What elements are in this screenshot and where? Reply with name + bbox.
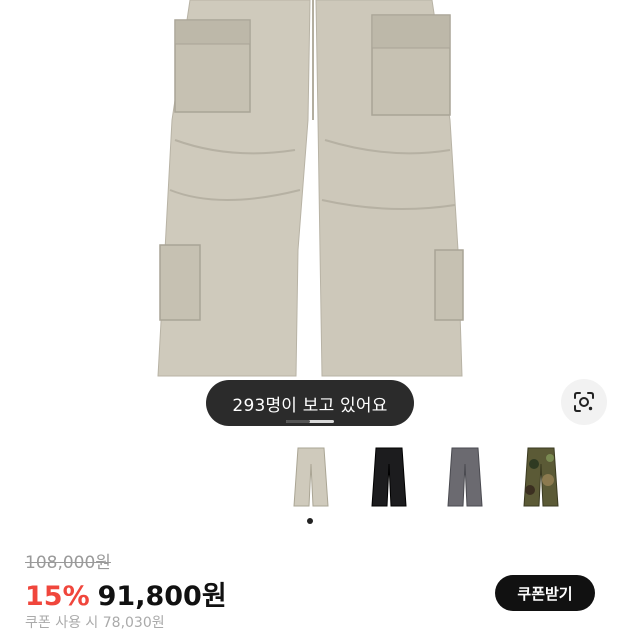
price-row: 15% 91,800원 bbox=[25, 574, 227, 613]
color-option-camo[interactable] bbox=[516, 444, 566, 510]
visual-search-button[interactable] bbox=[561, 379, 607, 425]
color-option-black[interactable] bbox=[364, 444, 414, 510]
original-price: 108,000원 bbox=[25, 553, 111, 573]
get-coupon-button[interactable]: 쿠폰받기 bbox=[495, 575, 595, 611]
image-progress-fill bbox=[286, 420, 310, 423]
image-progress-indicator bbox=[286, 420, 334, 423]
coupon-price-note: 쿠폰 사용 시 78,030원 bbox=[25, 615, 165, 631]
color-options bbox=[0, 444, 620, 514]
color-option-beige[interactable] bbox=[286, 444, 336, 510]
pants-thumbnail-gray bbox=[447, 447, 483, 507]
product-photo bbox=[157, 0, 464, 377]
selected-color-indicator bbox=[307, 518, 313, 524]
color-option-gray[interactable] bbox=[440, 444, 490, 510]
google-lens-icon bbox=[574, 392, 594, 412]
product-image-carousel[interactable] bbox=[0, 0, 620, 440]
pants-thumbnail-black bbox=[371, 447, 407, 507]
pants-thumbnail-beige bbox=[293, 447, 329, 507]
discount-rate: 15% bbox=[25, 581, 90, 612]
pants-thumbnail-camo bbox=[523, 447, 559, 507]
sale-price: 91,800원 bbox=[97, 581, 227, 612]
